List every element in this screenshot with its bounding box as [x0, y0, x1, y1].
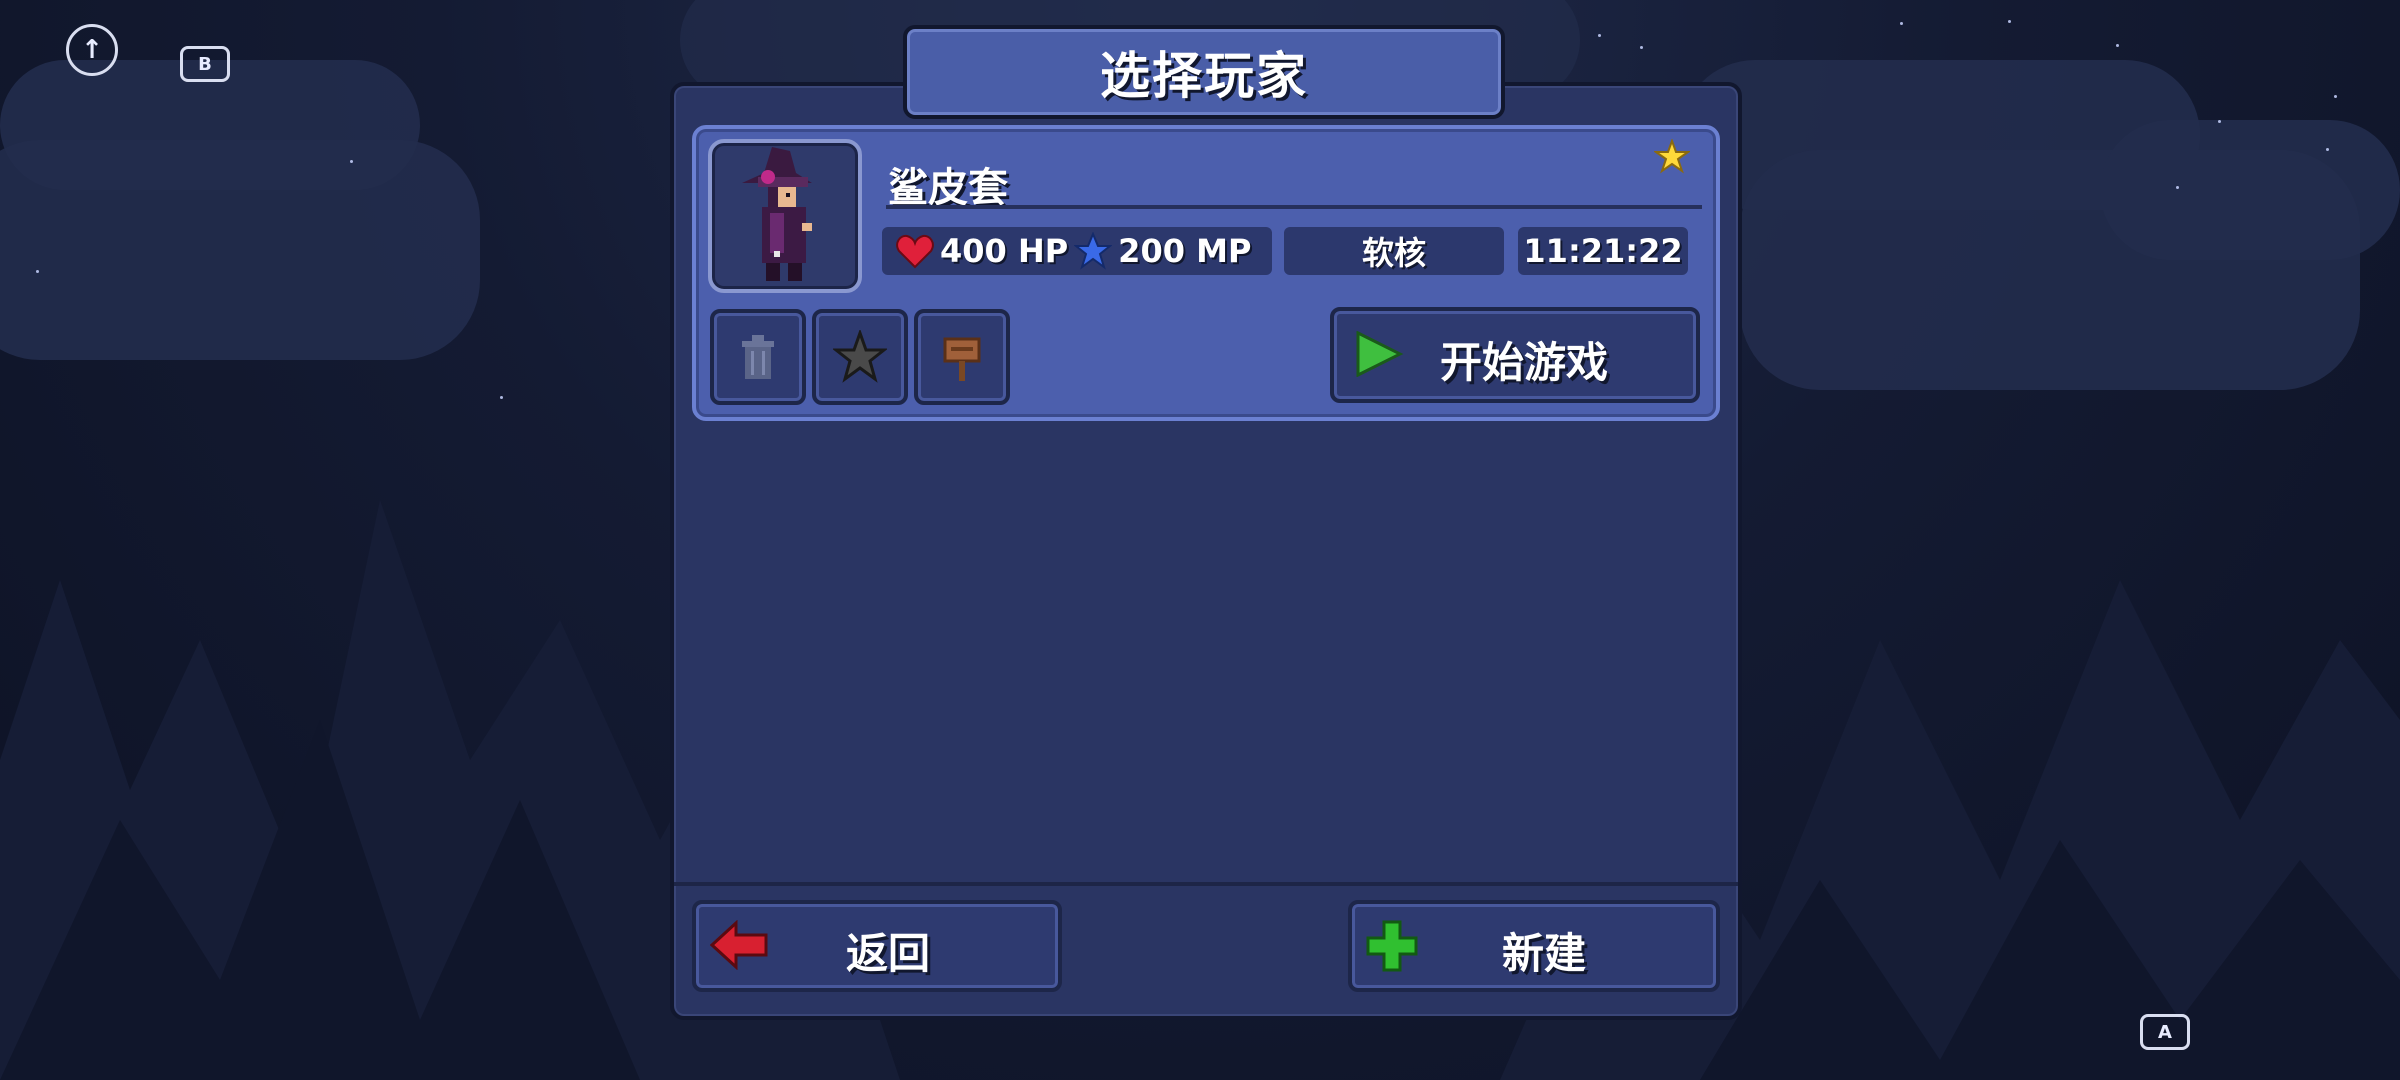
rename-player-button[interactable]: [914, 309, 1010, 405]
playtime: 11:21:22: [1518, 227, 1688, 275]
controller-b-button[interactable]: B: [180, 46, 230, 82]
sign-icon: [943, 337, 981, 381]
new-player-label: 新建: [1502, 929, 1587, 978]
new-player-button[interactable]: 新建: [1348, 900, 1720, 992]
panel-divider: [674, 882, 1738, 886]
playtime-value: 11:21:22: [1523, 232, 1683, 270]
heart-icon: [896, 234, 934, 269]
difficulty-label: 软核: [1361, 234, 1426, 272]
scroll-up-button[interactable]: ↑: [66, 24, 118, 76]
favorite-player-button[interactable]: [812, 309, 908, 405]
dialog-title-box: 选择玩家: [903, 25, 1505, 119]
red-arrow-icon: [710, 920, 768, 970]
controller-a-button[interactable]: A: [2140, 1014, 2190, 1050]
hp-value: 400 HP: [940, 232, 1069, 270]
b-button-label: B: [198, 53, 212, 75]
start-game-label: 开始游戏: [1440, 338, 1609, 387]
start-game-button[interactable]: 开始游戏: [1330, 307, 1700, 403]
back-button[interactable]: 返回: [692, 900, 1062, 992]
wizard-character-icon: [742, 147, 812, 281]
player-card[interactable]: 鲨皮套 400 HP 200 MP 软核 11:21:22 开始游戏: [692, 125, 1720, 421]
dialog-title: 选择玩家: [1100, 47, 1308, 105]
star-icon: [833, 330, 887, 383]
player-avatar: [708, 139, 862, 293]
difficulty-mode: 软核: [1284, 227, 1504, 275]
delete-player-button[interactable]: [710, 309, 806, 405]
mp-value: 200 MP: [1118, 232, 1252, 270]
up-arrow-icon: ↑: [81, 35, 103, 65]
favorite-star-icon: [1654, 139, 1690, 174]
a-button-label: A: [2158, 1021, 2172, 1043]
play-arrow-icon: [1356, 331, 1404, 377]
green-plus-icon: [1366, 920, 1418, 972]
name-divider: [886, 205, 1702, 209]
mana-star-icon: [1074, 232, 1113, 270]
health-mana-stats: 400 HP 200 MP: [882, 227, 1272, 275]
back-label: 返回: [846, 929, 931, 978]
trash-icon: [742, 335, 774, 379]
